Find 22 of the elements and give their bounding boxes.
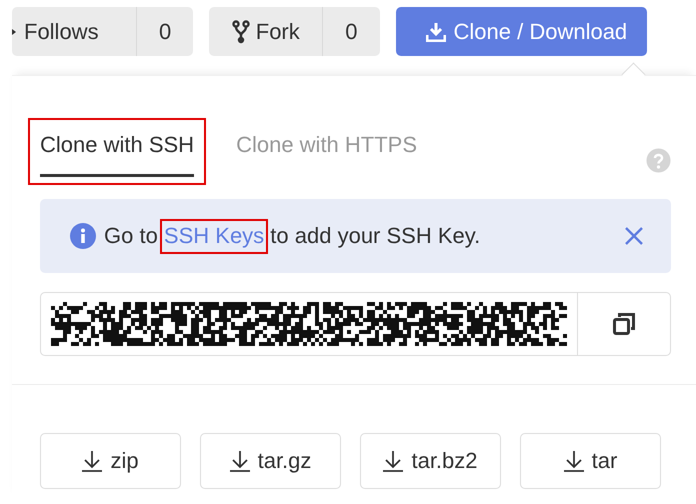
count-label: 0 [344,18,358,44]
close-icon [624,226,644,246]
fork-icon [232,20,250,44]
notice-text: Go to SSH Keys to add your SSH Key. [104,223,624,249]
download-button[interactable]: tar [520,433,661,489]
caret-icon [12,26,18,36]
download-button[interactable]: tar.gz [200,433,341,489]
help-icon [646,148,671,173]
fork-button[interactable]: Fork [209,7,324,56]
download-icon [564,450,584,472]
download-button[interactable]: zip [40,433,181,489]
close-button[interactable] [624,226,644,246]
download-icon [230,450,250,472]
download-icon [426,22,446,42]
download-button[interactable]: tar.bz2 [360,433,501,489]
download-icon [82,450,102,472]
count-label: 0 [158,18,172,44]
download-icon [383,450,404,472]
clone-tab[interactable]: Clone with SSH [40,132,194,177]
clone-download-button[interactable]: Clone / Download [396,7,648,56]
follow-button[interactable]: Follows [12,7,137,56]
info-icon [70,223,96,249]
